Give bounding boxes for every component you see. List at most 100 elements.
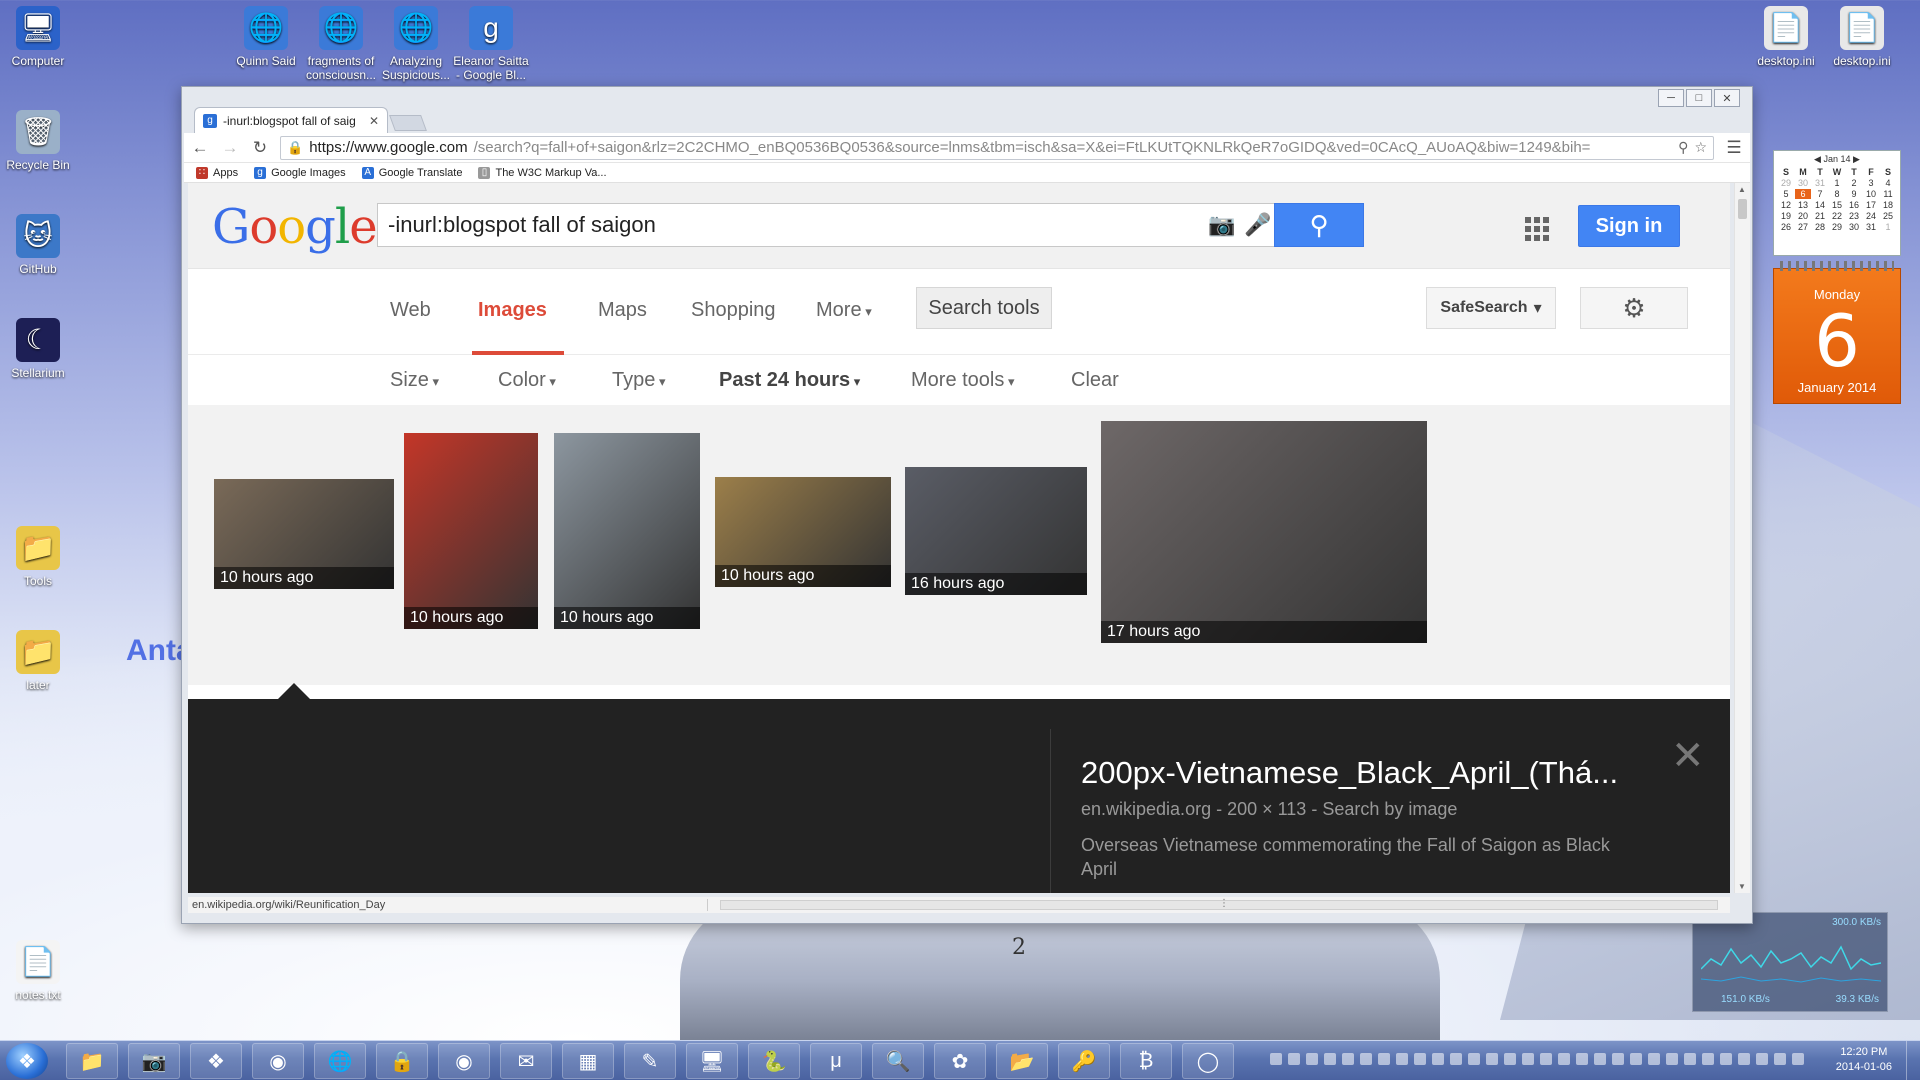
calendar-day[interactable]: 25 [1880, 211, 1896, 221]
image-result[interactable]: 10 hours ago [404, 433, 538, 629]
tray-icon[interactable] [1774, 1053, 1786, 1065]
desktop-icon-left-2[interactable]: 🐱 GitHub [0, 214, 76, 276]
image-result[interactable]: 10 hours ago [554, 433, 700, 629]
desktop-icon-top-2[interactable]: 🌐 Analyzing Suspicious... [378, 6, 454, 82]
python-icon[interactable]: 🐍 [748, 1043, 800, 1079]
apps-grid-icon[interactable] [1525, 217, 1549, 241]
tray-icon[interactable] [1666, 1053, 1678, 1065]
desktop-icon-left-4[interactable]: 📁 Tools [0, 526, 76, 588]
safesearch-button[interactable]: SafeSearch ▾ [1426, 287, 1556, 329]
calendar-day[interactable]: 1 [1829, 178, 1845, 188]
filter-time[interactable]: Past 24 hours [719, 369, 860, 392]
scroll-down-icon[interactable]: ▼ [1738, 882, 1746, 891]
tray-icon[interactable] [1648, 1053, 1660, 1065]
tray-icon[interactable] [1558, 1053, 1570, 1065]
tray-icon[interactable] [1684, 1053, 1696, 1065]
desktop-icon-left-6[interactable]: 📄 notes.txt [0, 940, 76, 1002]
tray-icon[interactable] [1630, 1053, 1642, 1065]
horizontal-scrollbar[interactable]: ⋮ [720, 898, 1718, 910]
calendar-day[interactable]: 29 [1829, 222, 1845, 232]
desktop-icon-left-3[interactable]: ☾ Stellarium [0, 318, 76, 380]
tray-icon[interactable] [1270, 1053, 1282, 1065]
calendar-day[interactable]: 11 [1880, 189, 1896, 199]
tray-icon[interactable] [1306, 1053, 1318, 1065]
monitor-icon[interactable]: 🖥 [686, 1043, 738, 1079]
calendar-day[interactable]: 4 [1880, 178, 1896, 188]
chat-icon[interactable]: ◯ [1182, 1043, 1234, 1079]
calendar-prev-icon[interactable]: ◀ [1814, 154, 1821, 164]
tab-images[interactable]: Images [478, 299, 547, 322]
calendar-next-icon[interactable]: ▶ [1853, 154, 1860, 164]
camera-icon[interactable]: 📷 [1204, 212, 1240, 238]
calendar-day[interactable]: 8 [1829, 189, 1845, 199]
microphone-icon[interactable]: 🎤 [1240, 212, 1276, 238]
taskbar-clock[interactable]: 12:20 PM 2014-01-06 [1836, 1045, 1892, 1075]
filter-type[interactable]: Type [612, 369, 666, 392]
filter-clear[interactable]: Clear [1071, 369, 1119, 392]
search-tools-button[interactable]: Search tools [916, 287, 1052, 329]
bitcoin-icon[interactable]: ₿ [1120, 1043, 1172, 1079]
calendar-day[interactable]: 30 [1795, 178, 1811, 188]
tray-icon[interactable] [1468, 1053, 1480, 1065]
tray-icon[interactable] [1540, 1053, 1552, 1065]
thunderbird-icon[interactable]: ✉ [500, 1043, 552, 1079]
calendar-day[interactable]: 22 [1829, 211, 1845, 221]
calendar-day[interactable]: 27 [1795, 222, 1811, 232]
bookmark-item[interactable]: ∷ Apps [196, 166, 238, 179]
internet-explorer-icon[interactable]: ◉ [252, 1043, 304, 1079]
desktop-icon-right-1[interactable]: 📄 desktop.ini [1824, 6, 1900, 68]
desktop-icon-right-0[interactable]: 📄 desktop.ini [1748, 6, 1824, 68]
address-bar[interactable]: 🔒 https://www.google.com/search?q=fall+o… [280, 135, 1714, 160]
filter-color[interactable]: Color [498, 369, 556, 392]
filter-more-tools[interactable]: More tools [911, 369, 1015, 392]
calendar-day[interactable]: 3 [1863, 178, 1879, 188]
tray-icon[interactable] [1486, 1053, 1498, 1065]
bookmark-item[interactable]: ▯ The W3C Markup Va... [478, 166, 607, 179]
tray-icon[interactable] [1720, 1053, 1732, 1065]
start-button[interactable]: ❖ [6, 1043, 48, 1079]
close-tab-icon[interactable]: ✕ [369, 114, 379, 128]
utorrent-icon[interactable]: μ [810, 1043, 862, 1079]
tray-icon[interactable] [1612, 1053, 1624, 1065]
vertical-scrollbar[interactable]: ▲ ▼ [1734, 183, 1750, 893]
tray-icon[interactable] [1450, 1053, 1462, 1065]
spreadsheet-icon[interactable]: ▦ [562, 1043, 614, 1079]
search-input[interactable]: -inurl:blogspot fall of saigon [378, 212, 1204, 238]
filter-size[interactable]: Size [390, 369, 439, 392]
tray-icon[interactable] [1522, 1053, 1534, 1065]
calendar-day[interactable]: 14 [1812, 200, 1828, 210]
desktop-icon-left-0[interactable]: 🖥 Computer [0, 6, 76, 68]
tab-web[interactable]: Web [390, 299, 431, 322]
forward-arrow-icon[interactable]: → [220, 138, 240, 158]
desktop-icon-top-1[interactable]: 🌐 fragments of consciousn... [303, 6, 379, 82]
chrome-window[interactable]: ─ □ ✕ g -inurl:blogspot fall of saig ✕ ←… [181, 86, 1753, 924]
bookmark-star-icon[interactable]: ☆ [1694, 139, 1707, 156]
calendar-day[interactable]: 16 [1846, 200, 1862, 210]
settings-button[interactable]: ⚙ [1580, 287, 1688, 329]
tray-icon[interactable] [1432, 1053, 1444, 1065]
tray-icon[interactable] [1702, 1053, 1714, 1065]
show-desktop-button[interactable] [1906, 1041, 1920, 1080]
calendar-day[interactable]: 5 [1778, 189, 1794, 199]
folder-icon[interactable]: 📂 [996, 1043, 1048, 1079]
calendar-day[interactable]: 10 [1863, 189, 1879, 199]
calendar-day[interactable]: 28 [1812, 222, 1828, 232]
pineapple-icon[interactable]: ✿ [934, 1043, 986, 1079]
desktop-icon-top-3[interactable]: g Eleanor Saitta - Google Bl... [453, 6, 529, 82]
calendar-day[interactable]: 23 [1846, 211, 1862, 221]
tray-icon[interactable] [1396, 1053, 1408, 1065]
magnifier-icon[interactable]: 🔍 [872, 1043, 924, 1079]
scrollbar-thumb[interactable] [1738, 199, 1747, 219]
zoom-icon[interactable]: ⚲ [1678, 139, 1688, 156]
new-tab-button[interactable] [389, 115, 427, 131]
tray-icon[interactable] [1576, 1053, 1588, 1065]
image-result[interactable]: 10 hours ago [214, 479, 394, 589]
calendar-day[interactable]: 19 [1778, 211, 1794, 221]
tray-icon[interactable] [1738, 1053, 1750, 1065]
calendar-day[interactable]: 1 [1880, 222, 1896, 232]
sign-in-button[interactable]: Sign in [1578, 205, 1680, 247]
calendar-day[interactable]: 9 [1846, 189, 1862, 199]
search-button[interactable]: ⚲ [1274, 203, 1364, 247]
explorer-icon[interactable]: 📁 [66, 1043, 118, 1079]
calendar-day[interactable]: 2 [1846, 178, 1862, 188]
